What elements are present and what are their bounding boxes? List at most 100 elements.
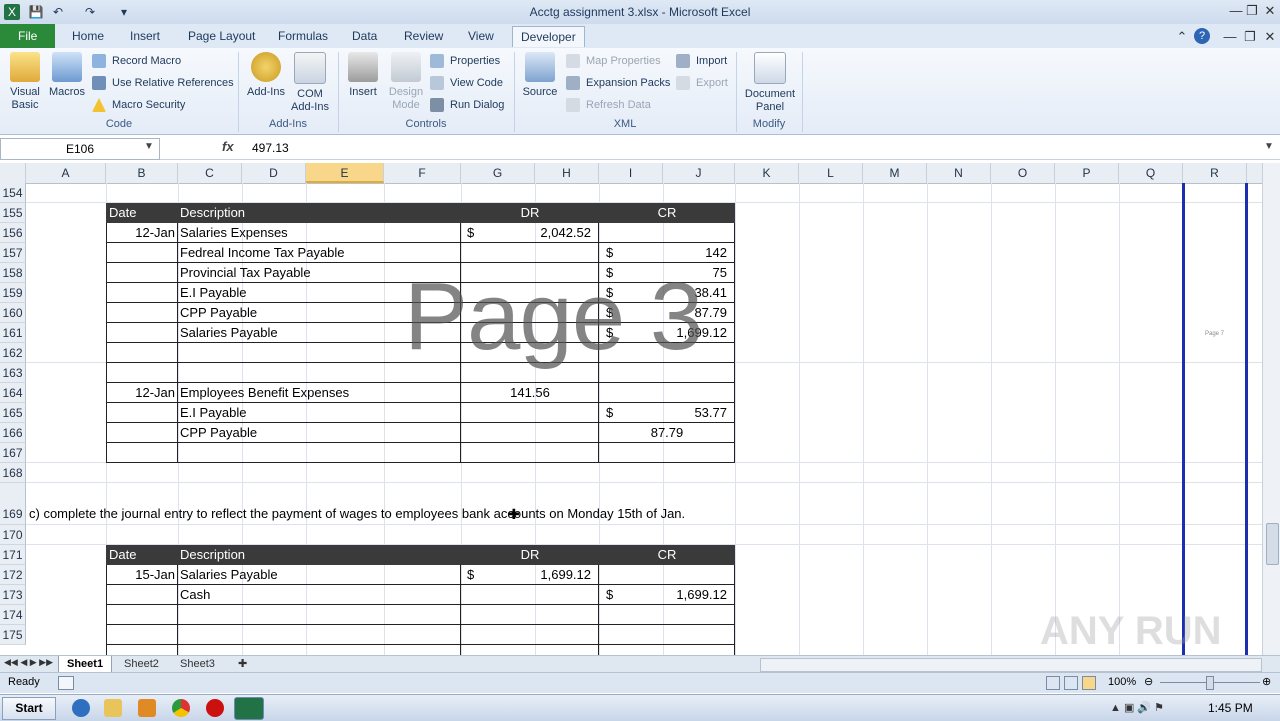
scrollbar-thumb[interactable] xyxy=(1266,523,1279,565)
excel-taskbar-icon[interactable] xyxy=(234,697,264,720)
table1-dr-value[interactable]: 2,042.52 xyxy=(470,223,591,243)
folder-icon[interactable] xyxy=(104,699,122,717)
start-button[interactable]: Start xyxy=(2,697,56,720)
row-header[interactable]: 159 xyxy=(0,283,26,303)
sheet-tab-sheet1[interactable]: Sheet1 xyxy=(58,656,113,673)
zoom-out-icon[interactable]: ⊖ xyxy=(1144,675,1153,688)
horizontal-scrollbar[interactable] xyxy=(760,658,1262,672)
tab-home[interactable]: Home xyxy=(64,26,112,46)
document-panel-button[interactable]: Document Panel xyxy=(742,52,798,114)
row-header[interactable]: 170 xyxy=(0,525,26,545)
column-header-k[interactable]: K xyxy=(735,163,799,183)
table2-date[interactable]: 15-Jan xyxy=(106,565,175,585)
expansion-packs-button[interactable]: Expansion Packs xyxy=(566,74,670,92)
insert-control-button[interactable]: Insert xyxy=(344,52,382,99)
table1-cr-value[interactable]: 87.79 xyxy=(599,423,735,443)
formula-input[interactable]: 497.13 xyxy=(252,141,289,155)
table1-description[interactable]: Salaries Expenses xyxy=(180,223,288,243)
name-box-dropdown-icon[interactable]: ▼ xyxy=(144,141,154,152)
table1-description[interactable]: Fedreal Income Tax Payable xyxy=(180,243,345,263)
zoom-slider-thumb[interactable] xyxy=(1206,676,1214,690)
tab-view[interactable]: View xyxy=(460,26,502,46)
design-mode-button[interactable]: Design Mode xyxy=(386,52,426,112)
restore-icon[interactable]: ❐ xyxy=(1242,2,1262,20)
column-header-c[interactable]: C xyxy=(178,163,242,183)
table2-cr-value[interactable]: 1,699.12 xyxy=(610,585,727,605)
zoom-level[interactable]: 100% xyxy=(1108,676,1136,688)
macro-record-icon[interactable] xyxy=(58,676,74,690)
tab-review[interactable]: Review xyxy=(396,26,451,46)
com-addins-button[interactable]: COM Add-Ins xyxy=(290,52,330,114)
table1-cr-value[interactable]: 53.77 xyxy=(610,403,727,423)
row-header[interactable]: 164 xyxy=(0,383,26,403)
instruction-text[interactable]: c) complete the journal entry to reflect… xyxy=(29,504,685,524)
vertical-scrollbar[interactable] xyxy=(1262,163,1280,655)
relative-references-button[interactable]: Use Relative References xyxy=(92,74,234,92)
row-header[interactable]: 172 xyxy=(0,565,26,585)
media-player-icon[interactable] xyxy=(138,699,156,717)
table1-description[interactable]: CPP Payable xyxy=(180,303,257,323)
table1-description[interactable]: E.I Payable xyxy=(180,403,247,423)
workbook-close-icon[interactable]: ✕ xyxy=(1260,28,1280,46)
column-header-e[interactable]: E xyxy=(306,163,384,183)
table1-description[interactable]: Employees Benefit Expenses xyxy=(180,383,349,403)
column-header-q[interactable]: Q xyxy=(1119,163,1183,183)
row-header[interactable]: 163 xyxy=(0,363,26,383)
column-header-m[interactable]: M xyxy=(863,163,927,183)
row-header[interactable]: 161 xyxy=(0,323,26,343)
table1-cr-value[interactable]: 142 xyxy=(610,243,727,263)
table1-description[interactable]: CPP Payable xyxy=(180,423,257,443)
tab-file[interactable]: File xyxy=(0,24,56,48)
column-header-l[interactable]: L xyxy=(799,163,863,183)
row-header[interactable]: 157 xyxy=(0,243,26,263)
refresh-data-button[interactable]: Refresh Data xyxy=(566,96,651,114)
sheet-tab-sheet2[interactable]: Sheet2 xyxy=(116,656,167,672)
column-header-a[interactable]: A xyxy=(26,163,106,183)
record-macro-button[interactable]: Record Macro xyxy=(92,52,181,70)
table2-description[interactable]: Cash xyxy=(180,585,210,605)
row-header[interactable]: 162 xyxy=(0,343,26,363)
insert-function-icon[interactable]: fx xyxy=(222,139,234,154)
tab-page-layout[interactable]: Page Layout xyxy=(180,26,263,46)
view-code-button[interactable]: View Code xyxy=(430,74,503,92)
name-box[interactable]: E106 xyxy=(0,138,160,160)
row-header[interactable]: 171 xyxy=(0,545,26,565)
column-header-b[interactable]: B xyxy=(106,163,178,183)
normal-view-icon[interactable] xyxy=(1046,676,1060,690)
import-button[interactable]: Import xyxy=(676,52,727,70)
table1-description[interactable]: Provincial Tax Payable xyxy=(180,263,311,283)
tab-formulas[interactable]: Formulas xyxy=(270,26,336,46)
column-header-n[interactable]: N xyxy=(927,163,991,183)
insert-sheet-icon[interactable]: ✚ xyxy=(230,656,255,672)
column-header-i[interactable]: I xyxy=(599,163,663,183)
table1-date[interactable]: 12-Jan xyxy=(106,383,175,403)
ie-icon[interactable] xyxy=(72,699,90,717)
macros-button[interactable]: Macros xyxy=(48,52,86,99)
minimize-ribbon-icon[interactable]: ⌃ xyxy=(1172,28,1192,46)
tab-insert[interactable]: Insert xyxy=(122,26,168,46)
column-header-d[interactable]: D xyxy=(242,163,306,183)
table2-description[interactable]: Salaries Payable xyxy=(180,565,278,585)
tab-data[interactable]: Data xyxy=(344,26,385,46)
row-header[interactable]: 169 xyxy=(0,483,26,525)
column-header-o[interactable]: O xyxy=(991,163,1055,183)
page-layout-view-icon[interactable] xyxy=(1064,676,1078,690)
row-header[interactable]: 175 xyxy=(0,625,26,645)
workbook-restore-icon[interactable]: ❐ xyxy=(1240,28,1260,46)
column-header-g[interactable]: G xyxy=(461,163,535,183)
opera-icon[interactable] xyxy=(206,699,224,717)
source-button[interactable]: Source xyxy=(520,52,560,99)
table1-date[interactable]: 12-Jan xyxy=(106,223,175,243)
page-break-preview-icon[interactable] xyxy=(1082,676,1096,690)
addins-button[interactable]: Add-Ins xyxy=(244,52,288,99)
expand-formula-bar-icon[interactable]: ▼ xyxy=(1264,141,1274,152)
zoom-in-icon[interactable]: ⊕ xyxy=(1262,675,1271,688)
column-header-p[interactable]: P xyxy=(1055,163,1119,183)
help-icon[interactable]: ? xyxy=(1194,28,1210,44)
table1-description[interactable]: Salaries Payable xyxy=(180,323,278,343)
clock[interactable]: 1:45 PM xyxy=(1208,701,1253,715)
sheet-nav-icon[interactable]: ◀◀ ◀ ▶ ▶▶ xyxy=(4,657,53,668)
row-header[interactable]: 165 xyxy=(0,403,26,423)
row-header[interactable]: 160 xyxy=(0,303,26,323)
properties-button[interactable]: Properties xyxy=(430,52,500,70)
